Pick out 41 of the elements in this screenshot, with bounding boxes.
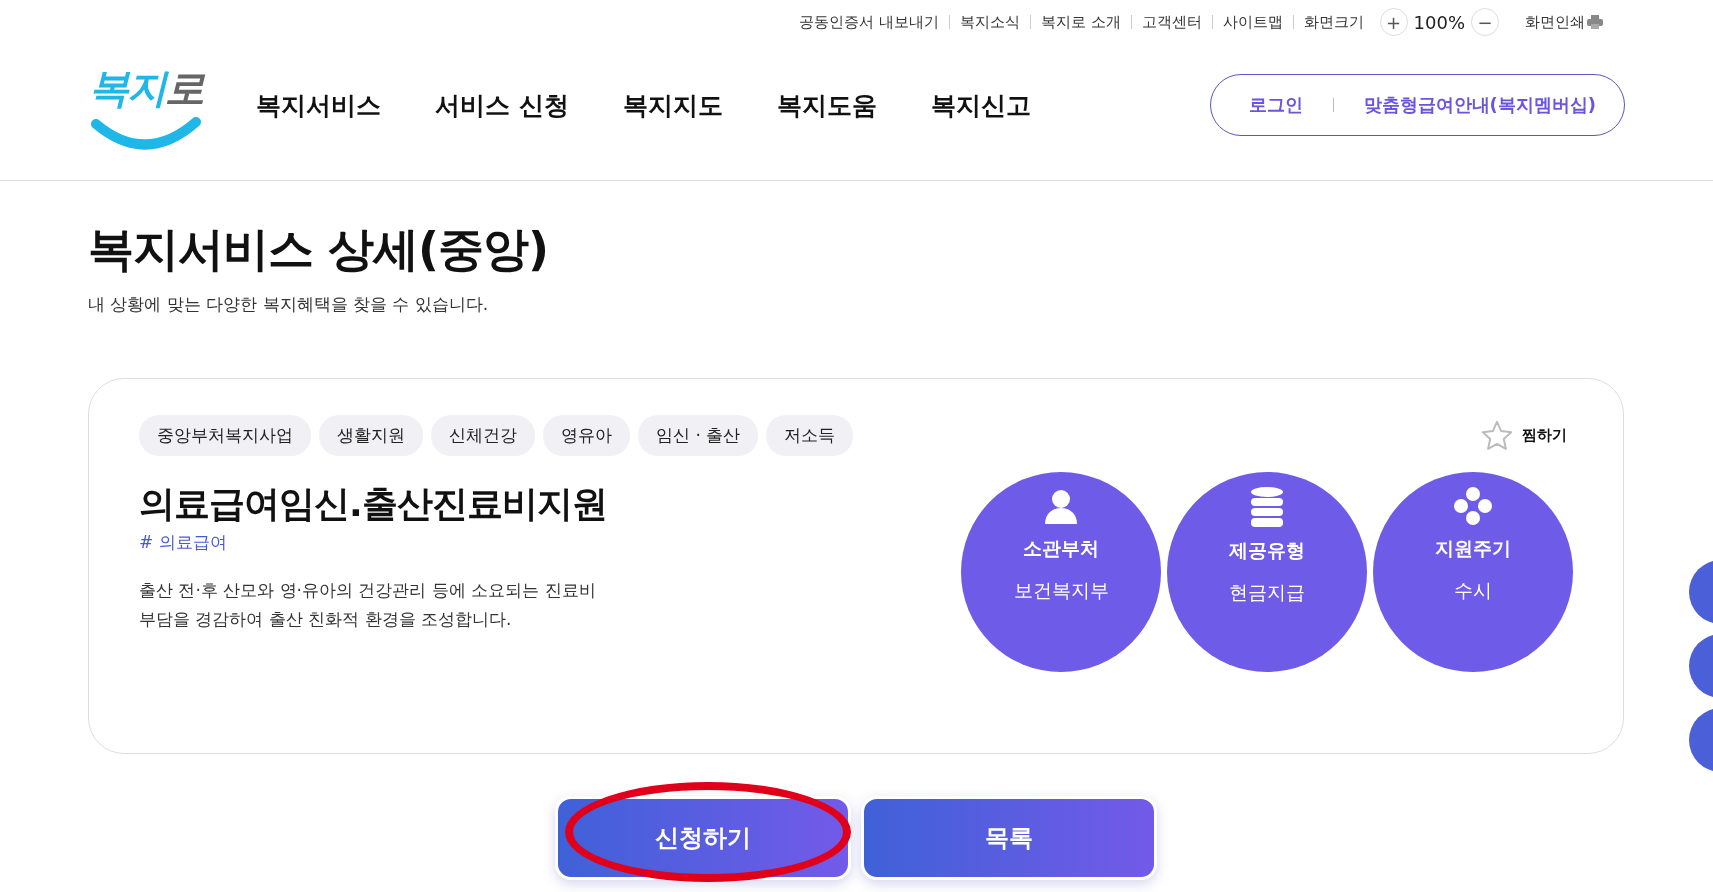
favorite-button[interactable]: 찜하기 bbox=[1474, 417, 1573, 454]
info-value: 현금지급 bbox=[1229, 580, 1305, 605]
category-tag: 신체건강 bbox=[431, 415, 535, 456]
print-link[interactable]: 화면인쇄 bbox=[1525, 12, 1603, 32]
four-dots-icon bbox=[1453, 486, 1493, 526]
zoom-level: 100% bbox=[1413, 11, 1465, 33]
category-tag: 임신 · 출산 bbox=[638, 415, 759, 456]
category-link[interactable]: # 의료급여 bbox=[139, 531, 607, 554]
nav-item[interactable]: 복지신고 bbox=[930, 88, 1031, 122]
category-tag: 생활지원 bbox=[319, 415, 423, 456]
service-name: 의료급여임신.출산진료비지원 bbox=[139, 482, 607, 526]
utility-link[interactable]: 사이트맵 bbox=[1211, 15, 1293, 29]
nav-item[interactable]: 복지도움 bbox=[776, 88, 877, 122]
zoom-out-button[interactable]: − bbox=[1471, 8, 1499, 36]
utility-link[interactable]: 복지로 소개 bbox=[1029, 15, 1131, 29]
action-button[interactable]: 목록 bbox=[861, 796, 1157, 880]
star-icon bbox=[1480, 418, 1514, 453]
service-description: 출산 전·후 산모와 영·유아의 건강관리 등에 소요되는 진료비 부담을 경감하여 출산 친화적 환경을 조성합니다. bbox=[139, 579, 597, 631]
login-link[interactable]: 로그인 bbox=[1248, 93, 1303, 117]
utility-link[interactable]: 고객센터 bbox=[1130, 15, 1212, 29]
utility-link[interactable]: 공동인증서 내보내기 bbox=[788, 15, 949, 29]
info-label: 소관부처 bbox=[1023, 536, 1099, 561]
category-tag: 중앙부처복지사업 bbox=[139, 415, 311, 456]
zoom-in-button[interactable]: + bbox=[1379, 8, 1408, 36]
page-title: 복지서비스 상세(중앙) bbox=[88, 221, 550, 278]
printer-icon bbox=[1587, 15, 1603, 29]
membership-link[interactable]: 맞춤형급여안내(복지멤버십) bbox=[1363, 93, 1596, 117]
site-logo[interactable]: 복지로 bbox=[88, 60, 203, 150]
category-tag: 영유아 bbox=[543, 415, 630, 456]
nav-item[interactable]: 복지지도 bbox=[622, 88, 723, 122]
page-subtitle: 내 상황에 맞는 다양한 복지혜택을 찾을 수 있습니다. bbox=[88, 293, 490, 316]
nav-item[interactable]: 복지서비스 bbox=[256, 88, 381, 122]
info-value: 수시 bbox=[1454, 578, 1492, 603]
database-icon bbox=[1250, 486, 1284, 528]
info-value: 보건복지부 bbox=[1013, 578, 1109, 603]
utility-link[interactable]: 화면크기 bbox=[1292, 15, 1374, 29]
utility-link[interactable]: 복지소식 bbox=[948, 15, 1030, 29]
nav-item[interactable]: 서비스 신청 bbox=[435, 88, 569, 122]
info-label: 지원주기 bbox=[1435, 536, 1511, 561]
info-label: 제공유형 bbox=[1229, 538, 1305, 563]
category-tag: 저소득 bbox=[766, 415, 854, 456]
